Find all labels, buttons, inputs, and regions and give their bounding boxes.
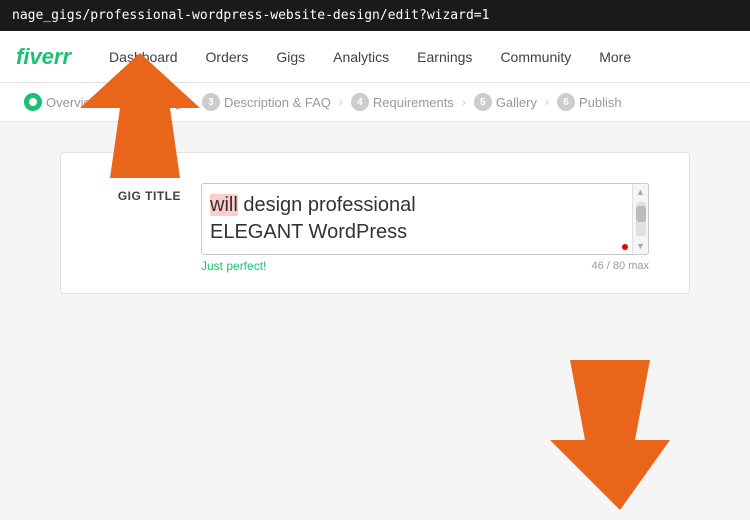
nav-earnings[interactable]: Earnings bbox=[403, 41, 486, 73]
step-circle-requirements: 4 bbox=[351, 93, 369, 111]
step-circle-publish: 6 bbox=[557, 93, 575, 111]
scroll-arrow-up-icon[interactable]: ▲ bbox=[636, 184, 645, 200]
gig-title-input-wrap: will design professional ELEGANT WordPre… bbox=[201, 183, 649, 273]
title-line2: ELEGANT WordPress bbox=[210, 221, 407, 243]
chevron-5: › bbox=[545, 95, 549, 109]
step-circle-pricing: 2 bbox=[120, 93, 138, 111]
gig-title-row: GIG TITLE will design professional ELEGA… bbox=[101, 183, 649, 273]
field-footer: Just perfect! 46 / 80 max bbox=[201, 259, 649, 273]
nav-more[interactable]: More bbox=[585, 41, 645, 73]
wizard-step-publish[interactable]: 6 Publish bbox=[557, 93, 622, 111]
step-label-pricing: Pricing bbox=[142, 95, 182, 110]
step-label-overview: Overview bbox=[46, 95, 100, 110]
nav-orders[interactable]: Orders bbox=[192, 41, 263, 73]
scroll-arrow-down-icon[interactable]: ▼ bbox=[636, 238, 645, 254]
form-section: GIG TITLE will design professional ELEGA… bbox=[60, 152, 690, 294]
wizard-step-description[interactable]: 3 Description & FAQ bbox=[202, 93, 331, 111]
wizard-step-pricing[interactable]: 2 Pricing bbox=[120, 93, 182, 111]
wizard-step-requirements[interactable]: 4 Requirements bbox=[351, 93, 454, 111]
scrollbar[interactable]: ▲ ▼ bbox=[632, 184, 648, 254]
main-content: GIG TITLE will design professional ELEGA… bbox=[0, 122, 750, 324]
feedback-text: Just perfect! bbox=[201, 259, 266, 273]
scroll-track bbox=[636, 202, 646, 236]
chevron-2: › bbox=[190, 95, 194, 109]
step-label-gallery: Gallery bbox=[496, 95, 537, 110]
step-circle-gallery: 5 bbox=[474, 93, 492, 111]
char-count: 46 / 80 max bbox=[592, 260, 649, 272]
nav-community[interactable]: Community bbox=[486, 41, 585, 73]
wizard-step-overview[interactable]: Overview bbox=[24, 93, 100, 111]
step-label-description: Description & FAQ bbox=[224, 95, 331, 110]
nav-links: Dashboard Orders Gigs Analytics Earnings… bbox=[95, 41, 645, 73]
nav-gigs[interactable]: Gigs bbox=[262, 41, 319, 73]
nav-analytics[interactable]: Analytics bbox=[319, 41, 403, 73]
arrow-bottom-right bbox=[530, 350, 690, 510]
step-label-publish: Publish bbox=[579, 95, 622, 110]
gig-title-display[interactable]: will design professional ELEGANT WordPre… bbox=[201, 183, 649, 255]
nav-dashboard[interactable]: Dashboard bbox=[95, 41, 192, 73]
step-label-requirements: Requirements bbox=[373, 95, 454, 110]
field-label-gig-title: GIG TITLE bbox=[101, 183, 181, 203]
chevron-4: › bbox=[462, 95, 466, 109]
chevron-1: › bbox=[108, 95, 112, 109]
highlighted-word: will bbox=[210, 194, 238, 216]
fiverr-logo[interactable]: fiverr bbox=[16, 44, 71, 70]
url-text: nage_gigs/professional-wordpress-website… bbox=[12, 8, 489, 23]
title-line1-suffix: design professional bbox=[238, 194, 416, 216]
error-dot bbox=[622, 244, 628, 250]
scroll-handle[interactable] bbox=[636, 206, 646, 222]
wizard-step-gallery[interactable]: 5 Gallery bbox=[474, 93, 537, 111]
wizard-bar: Overview › 2 Pricing › 3 Description & F… bbox=[0, 83, 750, 122]
url-bar: nage_gigs/professional-wordpress-website… bbox=[0, 0, 750, 31]
step-circle-description: 3 bbox=[202, 93, 220, 111]
navbar: fiverr Dashboard Orders Gigs Analytics E… bbox=[0, 31, 750, 83]
chevron-3: › bbox=[339, 95, 343, 109]
step-circle-overview bbox=[24, 93, 42, 111]
